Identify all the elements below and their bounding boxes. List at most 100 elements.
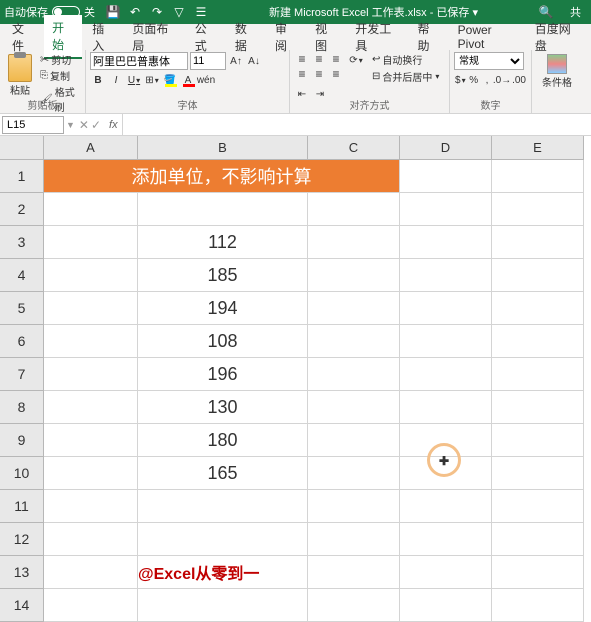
cell-E4[interactable] — [492, 259, 584, 292]
col-header-D[interactable]: D — [400, 136, 492, 160]
wrap-text-button[interactable]: ↩自动换行 — [372, 52, 439, 67]
row-header-8[interactable]: 8 — [0, 391, 44, 424]
currency-button[interactable]: $▾ — [454, 72, 467, 88]
align-middle-icon[interactable]: ≡ — [311, 52, 327, 66]
cell-B11[interactable] — [138, 490, 308, 523]
align-right-icon[interactable]: ≡ — [328, 67, 344, 81]
cell-C7[interactable] — [308, 358, 400, 391]
cell-B3[interactable]: 112 — [138, 226, 308, 259]
cell-E11[interactable] — [492, 490, 584, 523]
cell-C3[interactable] — [308, 226, 400, 259]
cell-C5[interactable] — [308, 292, 400, 325]
align-bottom-icon[interactable]: ≡ — [328, 52, 344, 66]
underline-button[interactable]: U▾ — [126, 72, 142, 88]
align-center-icon[interactable]: ≡ — [311, 67, 327, 81]
formula-bar[interactable] — [122, 114, 591, 135]
cell-E3[interactable] — [492, 226, 584, 259]
cell-A10[interactable] — [44, 457, 138, 490]
cell-D5[interactable] — [400, 292, 492, 325]
comma-button[interactable]: , — [481, 72, 493, 88]
cut-button[interactable]: ✂剪切 — [40, 52, 81, 67]
cell-D3[interactable] — [400, 226, 492, 259]
cell-C8[interactable] — [308, 391, 400, 424]
cell-A4[interactable] — [44, 259, 138, 292]
row-header-12[interactable]: 12 — [0, 523, 44, 556]
cell-D6[interactable] — [400, 325, 492, 358]
border-button[interactable]: ⊞▾ — [144, 72, 160, 88]
cell-A13[interactable] — [44, 556, 138, 589]
confirm-formula-icon[interactable]: ✓ — [91, 118, 101, 132]
cell-B6[interactable]: 108 — [138, 325, 308, 358]
cell-E13[interactable] — [492, 556, 584, 589]
row-header-2[interactable]: 2 — [0, 193, 44, 226]
orientation-button[interactable]: ⟳▾ — [348, 52, 364, 68]
cell-C6[interactable] — [308, 325, 400, 358]
select-all-corner[interactable] — [0, 136, 44, 160]
cell-B4[interactable]: 185 — [138, 259, 308, 292]
cell-A8[interactable] — [44, 391, 138, 424]
row-header-10[interactable]: 10 — [0, 457, 44, 490]
increase-font-icon[interactable]: A↑ — [228, 53, 244, 69]
cell-C11[interactable] — [308, 490, 400, 523]
cell-A9[interactable] — [44, 424, 138, 457]
cell-B8[interactable]: 130 — [138, 391, 308, 424]
merge-center-button[interactable]: ⊟合并后居中▾ — [372, 69, 439, 84]
cell-D7[interactable] — [400, 358, 492, 391]
row-header-11[interactable]: 11 — [0, 490, 44, 523]
cell-E10[interactable] — [492, 457, 584, 490]
cell-B12[interactable] — [138, 523, 308, 556]
font-size-select[interactable] — [190, 52, 226, 70]
row-header-9[interactable]: 9 — [0, 424, 44, 457]
cell-D12[interactable] — [400, 523, 492, 556]
col-header-E[interactable]: E — [492, 136, 584, 160]
cell-D13[interactable] — [400, 556, 492, 589]
col-header-B[interactable]: B — [138, 136, 308, 160]
cell-D10[interactable] — [400, 457, 492, 490]
row-header-13[interactable]: 13 — [0, 556, 44, 589]
cell-E1[interactable] — [492, 160, 584, 193]
cell-C9[interactable] — [308, 424, 400, 457]
cell-D11[interactable] — [400, 490, 492, 523]
copy-button[interactable]: ⎘复制 — [40, 68, 81, 83]
col-header-C[interactable]: C — [308, 136, 400, 160]
cell-D2[interactable] — [400, 193, 492, 226]
phonetic-button[interactable]: wén — [198, 72, 214, 88]
cell-E2[interactable] — [492, 193, 584, 226]
cell-B9[interactable]: 180 — [138, 424, 308, 457]
name-box[interactable] — [2, 116, 64, 134]
merged-title-cell[interactable]: 添加单位，不影响计算 — [44, 160, 400, 193]
cell-E8[interactable] — [492, 391, 584, 424]
cell-E5[interactable] — [492, 292, 584, 325]
cancel-formula-icon[interactable]: ✕ — [79, 118, 89, 132]
fx-label[interactable]: fx — [105, 119, 122, 131]
number-format-select[interactable]: 常规 — [454, 52, 524, 70]
cell-A12[interactable] — [44, 523, 138, 556]
cell-A7[interactable] — [44, 358, 138, 391]
cell-C12[interactable] — [308, 523, 400, 556]
cell-D4[interactable] — [400, 259, 492, 292]
row-header-3[interactable]: 3 — [0, 226, 44, 259]
decrease-decimal-icon[interactable]: .00 — [511, 72, 527, 88]
row-header-5[interactable]: 5 — [0, 292, 44, 325]
cell-E7[interactable] — [492, 358, 584, 391]
increase-decimal-icon[interactable]: .0→ — [494, 72, 510, 88]
bold-button[interactable]: B — [90, 72, 106, 88]
cell-C10[interactable] — [308, 457, 400, 490]
cell-B5[interactable]: 194 — [138, 292, 308, 325]
row-header-7[interactable]: 7 — [0, 358, 44, 391]
cell-C2[interactable] — [308, 193, 400, 226]
cell-A11[interactable] — [44, 490, 138, 523]
cell-B13[interactable]: @Excel从零到一 — [138, 556, 308, 589]
row-header-1[interactable]: 1 — [0, 160, 44, 193]
font-name-select[interactable] — [90, 52, 188, 70]
italic-button[interactable]: I — [108, 72, 124, 88]
cell-A6[interactable] — [44, 325, 138, 358]
align-top-icon[interactable]: ≡ — [294, 52, 310, 66]
row-header-4[interactable]: 4 — [0, 259, 44, 292]
cell-B2[interactable] — [138, 193, 308, 226]
cell-E6[interactable] — [492, 325, 584, 358]
row-header-6[interactable]: 6 — [0, 325, 44, 358]
fill-color-button[interactable]: 🪣 — [162, 72, 178, 88]
cell-B10[interactable]: 165 — [138, 457, 308, 490]
font-color-button[interactable]: A — [180, 72, 196, 88]
